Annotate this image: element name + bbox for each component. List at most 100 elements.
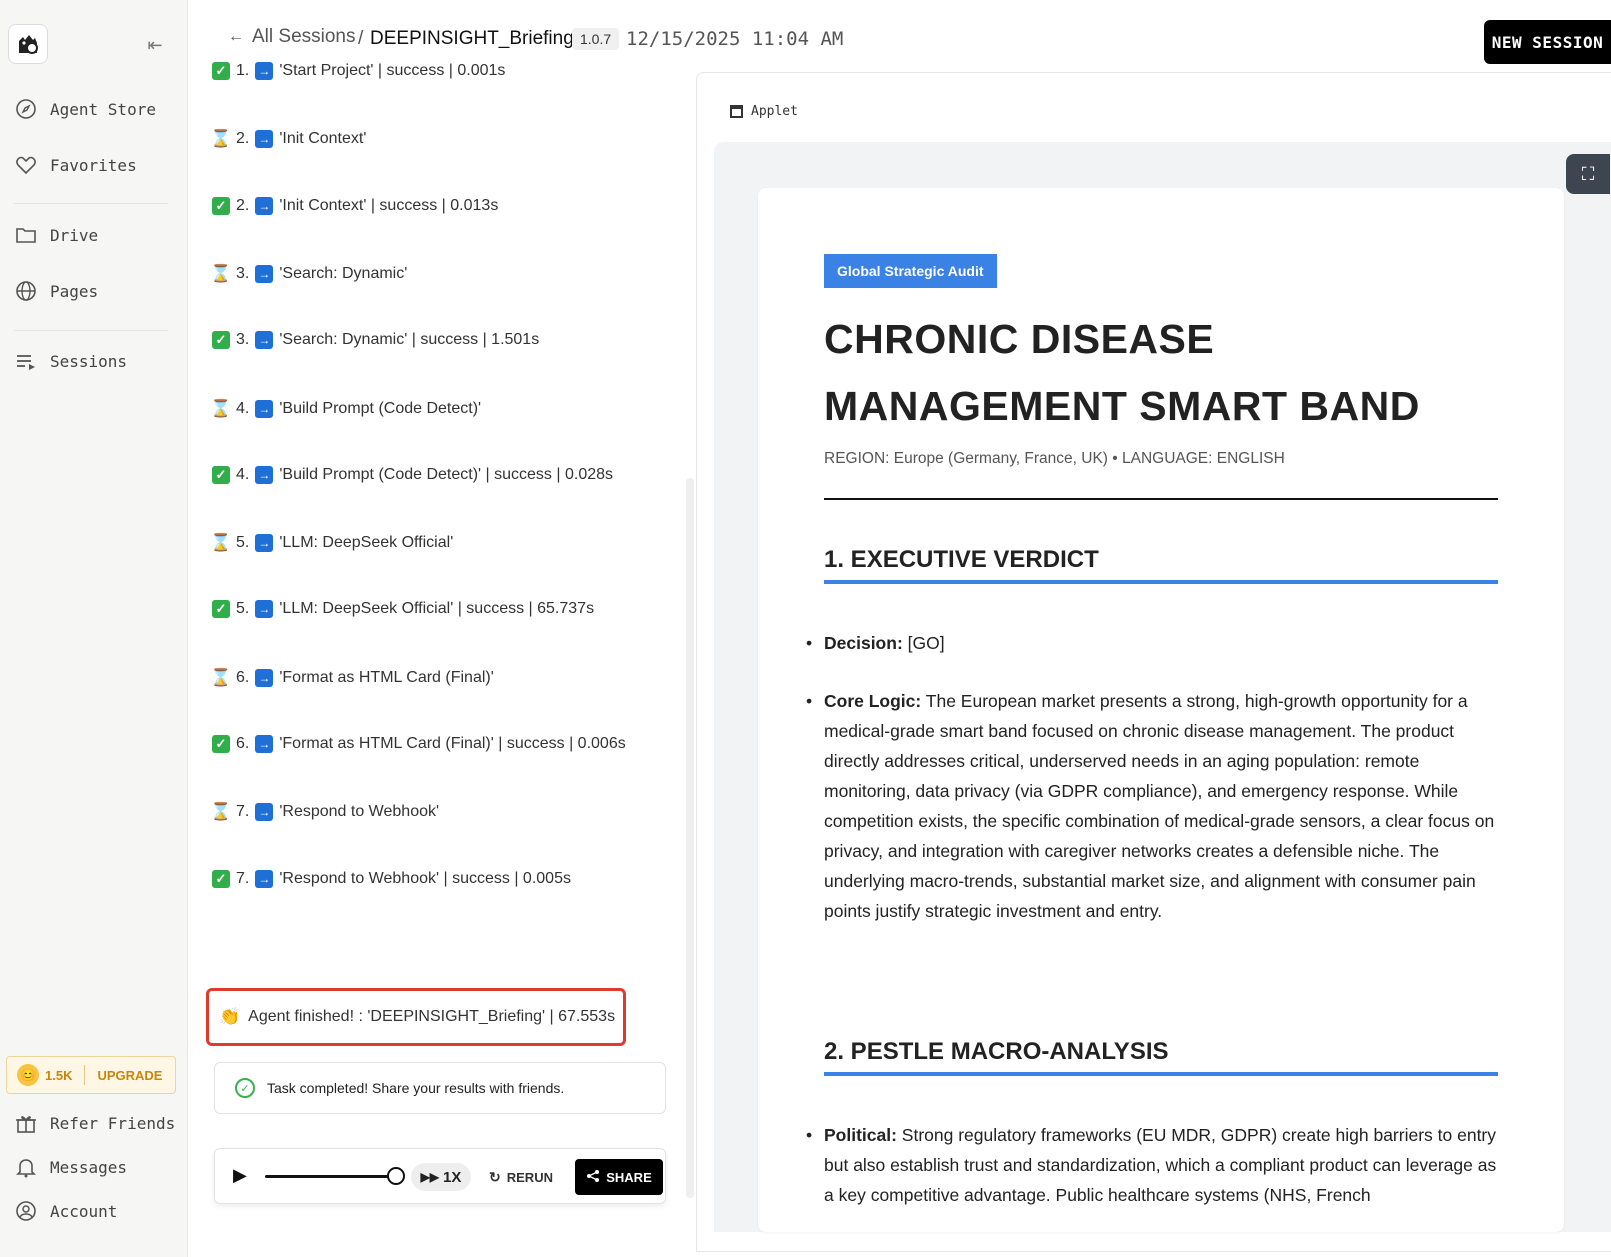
checkmark-icon: ✓: [212, 331, 230, 350]
back-label: All Sessions: [252, 26, 356, 47]
credits-upgrade-bar[interactable]: 😊 1.5K UPGRADE: [6, 1056, 176, 1094]
sidebar-item-label: Agent Store: [50, 99, 156, 119]
checkmark-icon: ✓: [212, 735, 230, 753]
step-number: 3.: [236, 331, 250, 349]
divider: [824, 498, 1498, 500]
section-heading: 2. PESTLE MACRO-ANALYSIS: [824, 1038, 1169, 1065]
step-number: 7.: [236, 803, 250, 821]
arrow-right-icon: →: [255, 600, 274, 619]
collapse-sidebar-icon[interactable]: ⇤: [144, 34, 166, 56]
arrow-right-icon: →: [255, 62, 274, 80]
log-line: ✓ 3. → 'Search: Dynamic' | success | 1.501s: [212, 331, 540, 350]
speed-toggle[interactable]: ▶▶ 1X: [411, 1163, 471, 1191]
step-text: 'Search: Dynamic' | success | 1.501s: [279, 331, 540, 349]
log-line: ✓ 6. → 'Format as HTML Card (Final)' | succ…: [212, 735, 626, 753]
share-icon: [586, 1169, 600, 1186]
step-text: 'Format as HTML Card (Final)': [279, 668, 494, 686]
step-number: 4.: [236, 465, 250, 483]
step-text: 'LLM: DeepSeek Official': [279, 534, 454, 552]
arrow-right-icon: →: [255, 465, 274, 484]
checkmark-icon: ✓: [212, 62, 230, 80]
log-scrollbar[interactable]: [686, 478, 694, 1198]
sidebar-item-label: Sessions: [50, 351, 128, 371]
hourglass-icon: ⌛: [210, 667, 232, 687]
arrow-right-icon: →: [255, 196, 274, 215]
playback-slider[interactable]: [265, 1175, 395, 1178]
logo-icon: [19, 35, 38, 54]
task-completed-text: Task completed! Share your results with …: [267, 1080, 565, 1096]
play-button[interactable]: ▶: [233, 1165, 253, 1187]
step-text: 'Format as HTML Card (Final)' | success …: [279, 735, 626, 752]
fast-forward-icon: ▶▶: [420, 1170, 440, 1184]
log-line: ⌛ 2. → 'Init Context': [210, 129, 366, 149]
core-logic-text: The European market presents a strong, h…: [824, 691, 1495, 921]
hourglass-icon: ⌛: [210, 398, 232, 418]
section-heading: 1. EXECUTIVE VERDICT: [824, 546, 1099, 573]
compass-icon: [14, 97, 38, 121]
folder-icon: [14, 223, 38, 247]
sidebar-item-favorites[interactable]: Favorites: [14, 148, 137, 182]
session-datetime: 12/15/2025 11:04 AM: [626, 28, 844, 50]
list-icon: [14, 349, 38, 373]
political-text: Strong regulatory frameworks (EU MDR, GD…: [824, 1125, 1497, 1205]
step-number: 7.: [236, 869, 250, 887]
arrow-right-icon: →: [255, 534, 274, 553]
hourglass-icon: ⌛: [210, 802, 232, 822]
step-text: 'Start Project' | success | 0.001s: [279, 62, 506, 79]
section-underline: [824, 1072, 1498, 1076]
back-to-sessions-link[interactable]: ← All Sessions: [228, 26, 356, 48]
session-title: DEEPINSIGHT_Briefing: [370, 28, 574, 49]
divider: [14, 330, 168, 331]
share-button[interactable]: SHARE: [575, 1159, 663, 1195]
hourglass-icon: ⌛: [210, 533, 232, 553]
top-bar: ← All Sessions / DEEPINSIGHT_Briefing 1.…: [188, 4, 1611, 70]
checkmark-icon: ✓: [212, 196, 230, 215]
playback-slider-handle[interactable]: [387, 1167, 405, 1185]
checkmark-icon: ✓: [212, 465, 230, 484]
step-number: 1.: [236, 62, 250, 79]
app-logo[interactable]: [8, 24, 48, 64]
sidebar-item-label: Refer Friends: [50, 1113, 176, 1133]
checkmark-icon: ✓: [212, 600, 230, 619]
step-number: 6.: [236, 668, 250, 686]
arrow-left-icon: ←: [228, 28, 244, 45]
sidebar-item-sessions[interactable]: Sessions: [14, 344, 127, 378]
bell-icon: [14, 1155, 38, 1179]
user-icon: [14, 1199, 38, 1223]
report-meta: REGION: Europe (Germany, France, UK) • L…: [824, 450, 1285, 467]
sidebar-item-pages[interactable]: Pages: [14, 274, 98, 308]
tab-applet-label: Applet: [751, 103, 798, 119]
divider: [84, 1065, 86, 1085]
globe-icon: [14, 279, 38, 303]
agent-finished-message: 👏 Agent finished! : 'DEEPINSIGHT_Briefin…: [206, 988, 626, 1046]
sidebar-item-agent-store[interactable]: Agent Store: [14, 92, 156, 126]
sidebar-item-drive[interactable]: Drive: [14, 218, 98, 252]
arrow-right-icon: →: [255, 869, 274, 888]
verdict-list: Decision: [GO] Core Logic: The European …: [806, 628, 1504, 954]
step-number: 4.: [236, 399, 250, 417]
new-session-button[interactable]: NEW SESSION: [1484, 20, 1611, 64]
tab-applet[interactable]: Applet: [724, 94, 804, 128]
breadcrumb-separator: /: [358, 28, 364, 49]
sidebar-item-account[interactable]: Account: [14, 1194, 117, 1228]
sidebar-item-refer-friends[interactable]: Refer Friends: [14, 1106, 175, 1140]
log-line: ⌛ 3. → 'Search: Dynamic': [210, 263, 407, 284]
log-line: ✓ 5. → 'LLM: DeepSeek Official' | success |…: [212, 600, 594, 619]
sidebar-item-messages[interactable]: Messages: [14, 1150, 127, 1184]
step-number: 6.: [236, 735, 250, 752]
pestle-list: Political: Strong regulatory frameworks …: [806, 1120, 1504, 1232]
check-circle-icon: ✓: [235, 1078, 255, 1098]
divider: [14, 203, 168, 204]
heart-icon: [14, 153, 38, 177]
log-line: ✓ 4. → 'Build Prompt (Code Detect)' | succe…: [212, 465, 613, 484]
decision-value: [GO]: [902, 633, 945, 653]
step-text: 'Init Context' | success | 0.013s: [279, 196, 499, 214]
rerun-button[interactable]: ↻ RERUN: [481, 1161, 561, 1193]
fullscreen-icon[interactable]: ⛶: [1566, 154, 1610, 194]
political-label: Political:: [824, 1125, 897, 1145]
upgrade-button[interactable]: UPGRADE: [97, 1068, 162, 1083]
report-card: Global Strategic Audit CHRONIC DISEASE M…: [758, 188, 1564, 1232]
decision-label: Decision:: [824, 633, 903, 653]
hourglass-icon: ⌛: [210, 263, 232, 283]
credits-value: 1.5K: [45, 1067, 73, 1083]
